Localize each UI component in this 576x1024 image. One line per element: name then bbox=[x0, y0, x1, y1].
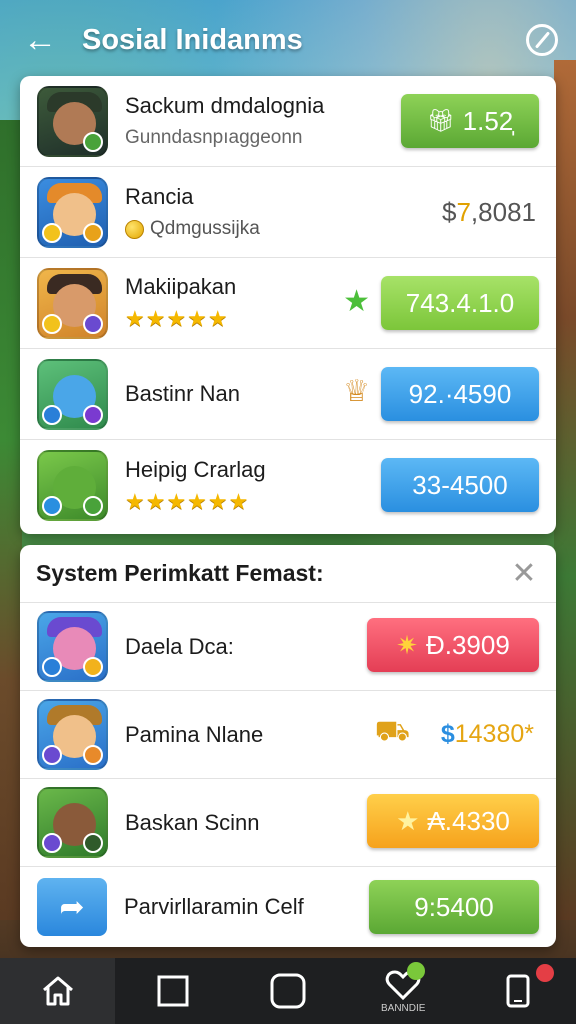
value-button[interactable]: 743.4.1.0 bbox=[381, 276, 539, 330]
player-value: $14380* bbox=[440, 720, 534, 748]
app-icon: ➦ bbox=[37, 878, 107, 936]
nav-rounded-square[interactable] bbox=[230, 958, 345, 1024]
bottom-navigation: BANNDIE bbox=[0, 958, 576, 1024]
value-button[interactable]: 33-4500 bbox=[381, 458, 539, 512]
player-subtitle: Qdmgussijka bbox=[150, 218, 260, 239]
back-arrow-icon[interactable]: ← bbox=[18, 18, 62, 62]
avatar bbox=[37, 787, 108, 858]
gift-icon: 🎁︎ bbox=[426, 108, 455, 133]
value-button[interactable]: 9:5400 bbox=[369, 880, 539, 934]
list-item[interactable]: Bastinr Nan ♕ 92.·4590 bbox=[20, 349, 556, 440]
avatar bbox=[37, 699, 108, 770]
rounded-square-icon bbox=[270, 973, 306, 1009]
green-star-icon: ★ bbox=[343, 285, 370, 318]
notification-badge bbox=[406, 962, 425, 980]
avatar bbox=[37, 267, 108, 339]
avatar bbox=[37, 85, 108, 157]
player-value: $7,8081 bbox=[441, 197, 536, 227]
list-item[interactable]: Sackum dmdalognia Gunndasnpıaggeonn 🎁︎ 1… bbox=[20, 76, 556, 167]
compass-icon[interactable] bbox=[526, 24, 558, 56]
alert-badge bbox=[536, 964, 555, 982]
list-item[interactable]: Rancia Qdmgussijka $7,8081 bbox=[20, 167, 556, 258]
players-list-card: Sackum dmdalognia Gunndasnpıaggeonn 🎁︎ 1… bbox=[20, 76, 556, 534]
list-item[interactable]: Makiipakan ★★★★★ ★ 743.4.1.0 bbox=[20, 258, 556, 349]
trophy-icon: ♕ bbox=[343, 375, 370, 408]
section-title: System Perimkatt Femast: bbox=[36, 560, 324, 586]
list-item[interactable]: ➦ Parvirllaramin Celf 9:5400 bbox=[20, 867, 556, 947]
list-item[interactable]: Pamina Nlane ⛟ $14380* bbox=[20, 691, 556, 779]
nav-square[interactable] bbox=[115, 958, 230, 1024]
close-icon[interactable]: ✕ bbox=[504, 554, 544, 594]
nav-label: BANNDIE bbox=[380, 1002, 426, 1014]
value-button[interactable]: 92.·4590 bbox=[381, 367, 539, 421]
avatar bbox=[37, 176, 108, 248]
avatar bbox=[37, 450, 108, 521]
square-icon bbox=[157, 975, 189, 1007]
avatar bbox=[37, 611, 108, 682]
background-scenery-right bbox=[554, 60, 576, 920]
background-scenery-left bbox=[0, 120, 22, 920]
nav-favorites[interactable]: BANNDIE bbox=[346, 958, 461, 1024]
list-item[interactable]: Daela Dca: ✷ Đ.3909 bbox=[20, 603, 556, 691]
page-title: Sosial Inidanms bbox=[82, 23, 303, 56]
avatar bbox=[37, 358, 108, 430]
value-button[interactable]: ★ ₳.4330 bbox=[367, 794, 539, 848]
system-section-card: System Perimkatt Femast: ✕ Daela Dca: ✷ … bbox=[20, 545, 556, 947]
coin-icon bbox=[125, 219, 144, 239]
list-item[interactable]: Heipig Crarlag ★★★★★★ 33-4500 bbox=[20, 440, 556, 531]
burst-star-icon: ✷ bbox=[396, 629, 418, 660]
coins-icon: ⛟ bbox=[374, 715, 410, 746]
nav-phone[interactable] bbox=[461, 958, 576, 1024]
phone-icon bbox=[506, 974, 530, 1008]
list-item[interactable]: Baskan Scinn ★ ₳.4330 bbox=[20, 779, 556, 867]
top-bar: ← Sosial Inidanms bbox=[0, 0, 576, 80]
star-icon: ★ bbox=[396, 805, 420, 836]
section-header: System Perimkatt Femast: ✕ bbox=[20, 545, 556, 603]
value-button[interactable]: ✷ Đ.3909 bbox=[367, 618, 539, 672]
home-icon bbox=[42, 976, 73, 1006]
nav-home[interactable] bbox=[0, 958, 116, 1024]
value-button[interactable]: 🎁︎ 1.52̩ bbox=[401, 94, 539, 148]
